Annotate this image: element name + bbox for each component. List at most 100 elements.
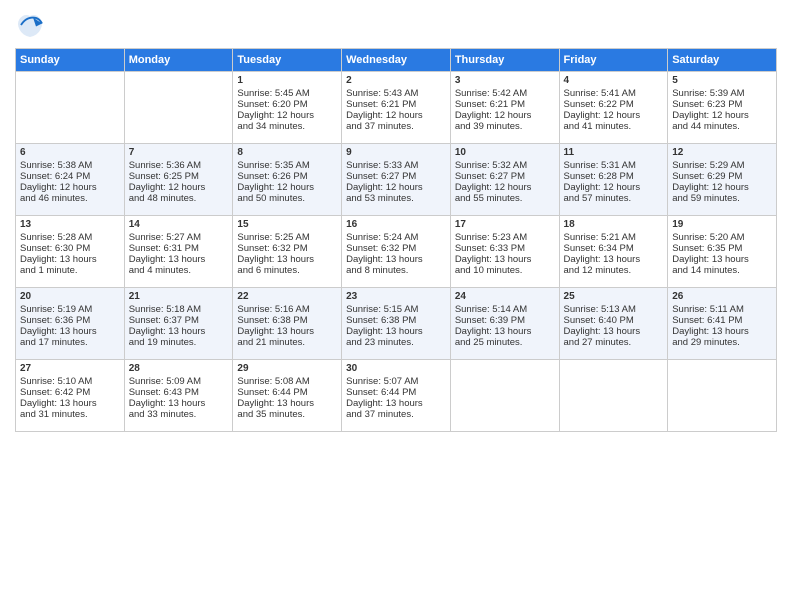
day-info-line: Daylight: 13 hours <box>455 254 555 265</box>
day-info-line: Sunrise: 5:16 AM <box>237 304 337 315</box>
day-number: 8 <box>237 147 337 158</box>
calendar-cell: 5Sunrise: 5:39 AMSunset: 6:23 PMDaylight… <box>668 72 777 144</box>
calendar-cell: 23Sunrise: 5:15 AMSunset: 6:38 PMDayligh… <box>342 288 451 360</box>
day-info-line: Sunrise: 5:09 AM <box>129 376 229 387</box>
day-info-line: Sunrise: 5:28 AM <box>20 232 120 243</box>
day-info-line: Sunset: 6:37 PM <box>129 315 229 326</box>
day-info-line: Sunrise: 5:24 AM <box>346 232 446 243</box>
calendar-cell <box>559 360 668 432</box>
day-info-line: Sunset: 6:35 PM <box>672 243 772 254</box>
day-number: 6 <box>20 147 120 158</box>
day-info-line: and 4 minutes. <box>129 265 229 276</box>
day-info-line: and 19 minutes. <box>129 337 229 348</box>
header-cell-thursday: Thursday <box>450 49 559 72</box>
day-info-line: Daylight: 12 hours <box>20 182 120 193</box>
calendar-cell: 10Sunrise: 5:32 AMSunset: 6:27 PMDayligh… <box>450 144 559 216</box>
calendar-cell: 21Sunrise: 5:18 AMSunset: 6:37 PMDayligh… <box>124 288 233 360</box>
day-info-line: Daylight: 12 hours <box>564 182 664 193</box>
day-info-line: Daylight: 13 hours <box>564 326 664 337</box>
day-info-line: and 35 minutes. <box>237 409 337 420</box>
day-info-line: Sunset: 6:39 PM <box>455 315 555 326</box>
day-info-line: Sunrise: 5:31 AM <box>564 160 664 171</box>
day-info-line: Sunset: 6:23 PM <box>672 99 772 110</box>
week-row-2: 6Sunrise: 5:38 AMSunset: 6:24 PMDaylight… <box>16 144 777 216</box>
day-info-line: Daylight: 13 hours <box>20 398 120 409</box>
calendar-cell: 6Sunrise: 5:38 AMSunset: 6:24 PMDaylight… <box>16 144 125 216</box>
day-info-line: and 37 minutes. <box>346 121 446 132</box>
calendar-cell: 29Sunrise: 5:08 AMSunset: 6:44 PMDayligh… <box>233 360 342 432</box>
day-info-line: Sunset: 6:31 PM <box>129 243 229 254</box>
calendar-cell: 15Sunrise: 5:25 AMSunset: 6:32 PMDayligh… <box>233 216 342 288</box>
day-info-line: Daylight: 12 hours <box>129 182 229 193</box>
day-info-line: Sunset: 6:29 PM <box>672 171 772 182</box>
day-info-line: and 57 minutes. <box>564 193 664 204</box>
day-info-line: and 34 minutes. <box>237 121 337 132</box>
day-info-line: Sunrise: 5:35 AM <box>237 160 337 171</box>
day-info-line: Sunrise: 5:14 AM <box>455 304 555 315</box>
page: SundayMondayTuesdayWednesdayThursdayFrid… <box>0 0 792 612</box>
day-info-line: Sunset: 6:27 PM <box>346 171 446 182</box>
day-info-line: Sunset: 6:22 PM <box>564 99 664 110</box>
day-number: 24 <box>455 291 555 302</box>
day-info-line: Daylight: 13 hours <box>237 326 337 337</box>
calendar-cell: 22Sunrise: 5:16 AMSunset: 6:38 PMDayligh… <box>233 288 342 360</box>
calendar-cell: 3Sunrise: 5:42 AMSunset: 6:21 PMDaylight… <box>450 72 559 144</box>
day-number: 23 <box>346 291 446 302</box>
day-info-line: and 14 minutes. <box>672 265 772 276</box>
day-number: 10 <box>455 147 555 158</box>
day-info-line: Sunrise: 5:11 AM <box>672 304 772 315</box>
day-info-line: Daylight: 13 hours <box>237 398 337 409</box>
day-number: 4 <box>564 75 664 86</box>
day-number: 29 <box>237 363 337 374</box>
day-info-line: Sunset: 6:34 PM <box>564 243 664 254</box>
day-info-line: and 59 minutes. <box>672 193 772 204</box>
day-number: 9 <box>346 147 446 158</box>
day-info-line: Daylight: 12 hours <box>237 110 337 121</box>
day-info-line: and 46 minutes. <box>20 193 120 204</box>
day-info-line: Sunrise: 5:13 AM <box>564 304 664 315</box>
calendar-cell: 30Sunrise: 5:07 AMSunset: 6:44 PMDayligh… <box>342 360 451 432</box>
day-info-line: Sunset: 6:26 PM <box>237 171 337 182</box>
day-info-line: Daylight: 13 hours <box>564 254 664 265</box>
day-info-line: and 12 minutes. <box>564 265 664 276</box>
calendar-table: SundayMondayTuesdayWednesdayThursdayFrid… <box>15 48 777 432</box>
day-info-line: Sunrise: 5:32 AM <box>455 160 555 171</box>
day-info-line: Sunrise: 5:18 AM <box>129 304 229 315</box>
day-number: 17 <box>455 219 555 230</box>
day-number: 11 <box>564 147 664 158</box>
day-info-line: and 29 minutes. <box>672 337 772 348</box>
day-info-line: Sunset: 6:20 PM <box>237 99 337 110</box>
day-info-line: and 41 minutes. <box>564 121 664 132</box>
day-info-line: Sunrise: 5:43 AM <box>346 88 446 99</box>
day-info-line: and 33 minutes. <box>129 409 229 420</box>
day-number: 26 <box>672 291 772 302</box>
day-info-line: Sunrise: 5:07 AM <box>346 376 446 387</box>
calendar-cell <box>16 72 125 144</box>
day-info-line: Sunrise: 5:23 AM <box>455 232 555 243</box>
day-info-line: Sunrise: 5:45 AM <box>237 88 337 99</box>
day-info-line: Sunrise: 5:42 AM <box>455 88 555 99</box>
day-number: 19 <box>672 219 772 230</box>
calendar-cell: 4Sunrise: 5:41 AMSunset: 6:22 PMDaylight… <box>559 72 668 144</box>
day-info-line: Daylight: 13 hours <box>672 326 772 337</box>
day-info-line: Sunset: 6:38 PM <box>346 315 446 326</box>
day-info-line: and 25 minutes. <box>455 337 555 348</box>
day-info-line: and 48 minutes. <box>129 193 229 204</box>
day-info-line: and 10 minutes. <box>455 265 555 276</box>
day-info-line: Sunset: 6:28 PM <box>564 171 664 182</box>
calendar-cell: 24Sunrise: 5:14 AMSunset: 6:39 PMDayligh… <box>450 288 559 360</box>
day-info-line: and 8 minutes. <box>346 265 446 276</box>
calendar-cell: 19Sunrise: 5:20 AMSunset: 6:35 PMDayligh… <box>668 216 777 288</box>
day-info-line: Sunset: 6:44 PM <box>346 387 446 398</box>
day-info-line: Sunset: 6:42 PM <box>20 387 120 398</box>
day-info-line: Sunset: 6:24 PM <box>20 171 120 182</box>
calendar-cell: 25Sunrise: 5:13 AMSunset: 6:40 PMDayligh… <box>559 288 668 360</box>
day-info-line: and 39 minutes. <box>455 121 555 132</box>
header-cell-wednesday: Wednesday <box>342 49 451 72</box>
day-info-line: Daylight: 13 hours <box>129 254 229 265</box>
calendar-cell: 27Sunrise: 5:10 AMSunset: 6:42 PMDayligh… <box>16 360 125 432</box>
day-info-line: Sunset: 6:36 PM <box>20 315 120 326</box>
logo <box>15 10 49 40</box>
day-info-line: Sunrise: 5:08 AM <box>237 376 337 387</box>
day-number: 14 <box>129 219 229 230</box>
